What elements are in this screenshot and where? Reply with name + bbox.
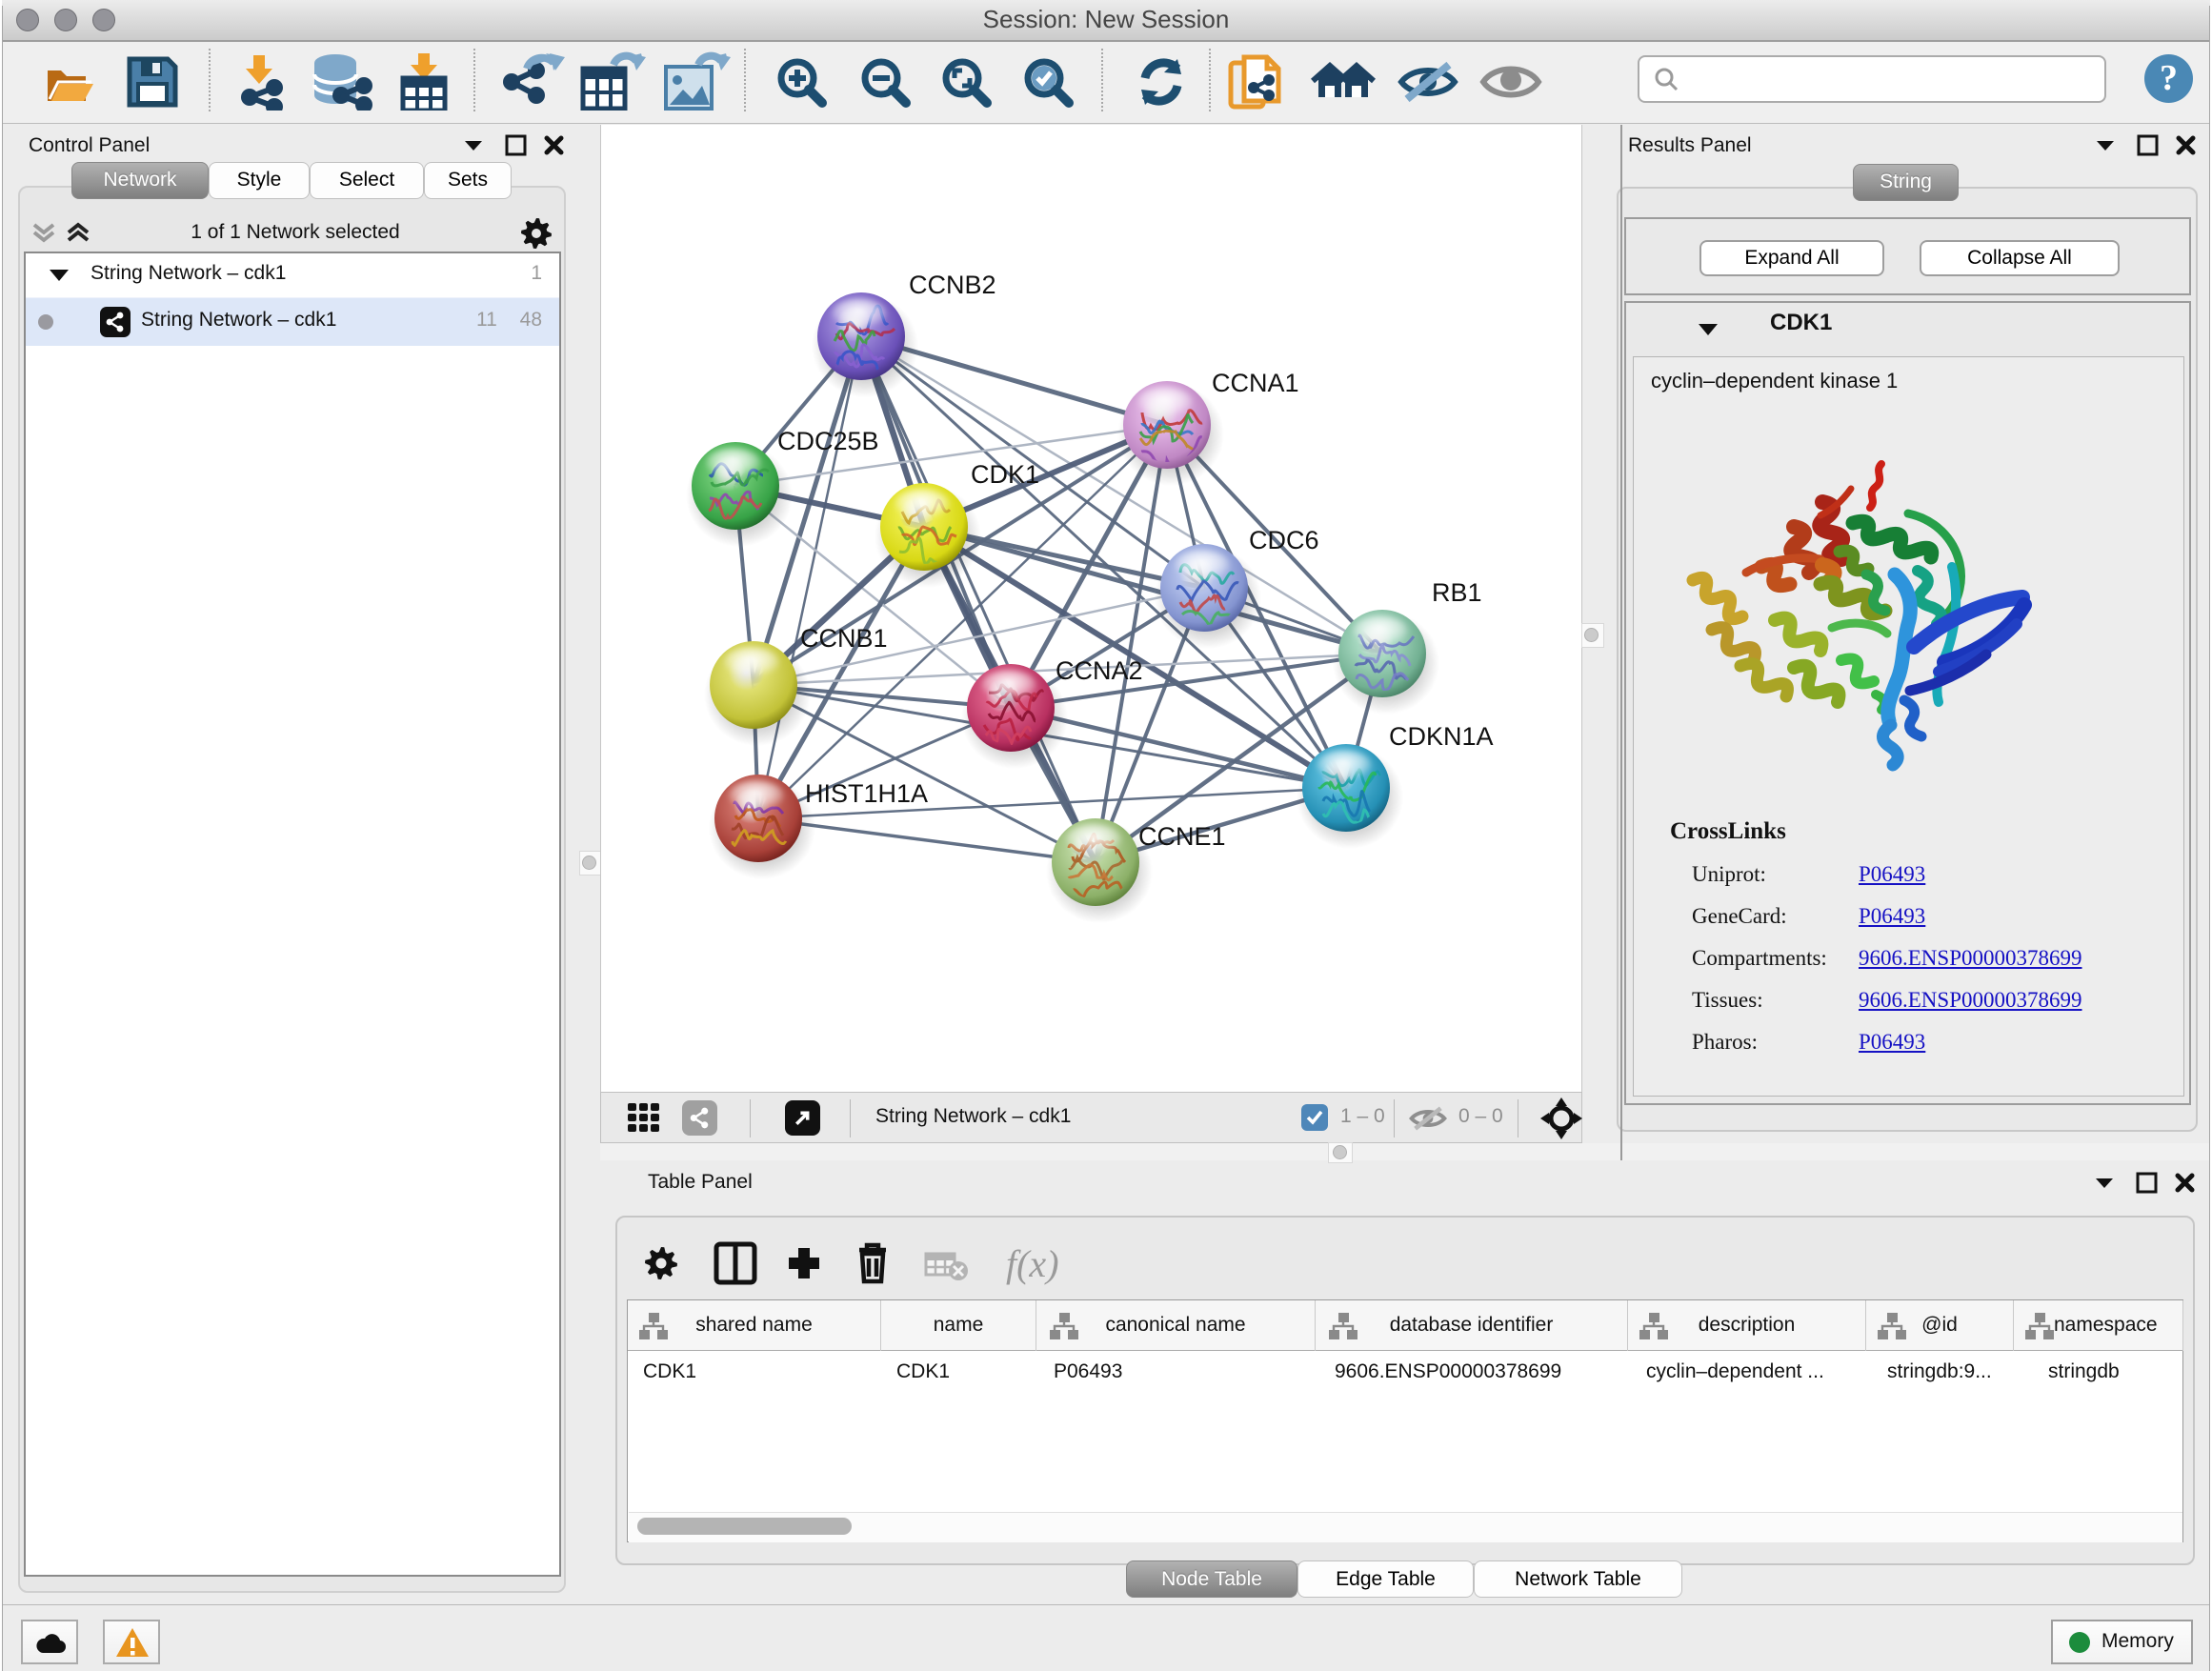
svg-text:CDKN1A: CDKN1A (1389, 722, 1494, 751)
svg-text:CDC6: CDC6 (1249, 526, 1319, 554)
svg-text:CCNA1: CCNA1 (1212, 369, 1299, 397)
svg-text:CCNB2: CCNB2 (909, 271, 996, 299)
svg-text:f(x): f(x) (1006, 1242, 1059, 1285)
svg-text:RB1: RB1 (1432, 578, 1482, 607)
svg-text:CDK1: CDK1 (971, 460, 1039, 489)
svg-text:HIST1H1A: HIST1H1A (805, 779, 928, 808)
svg-text:CCNA2: CCNA2 (1056, 656, 1143, 685)
svg-text:CDC25B: CDC25B (777, 427, 879, 455)
svg-text:CCNB1: CCNB1 (800, 624, 888, 653)
svg-text:CCNE1: CCNE1 (1138, 822, 1226, 851)
